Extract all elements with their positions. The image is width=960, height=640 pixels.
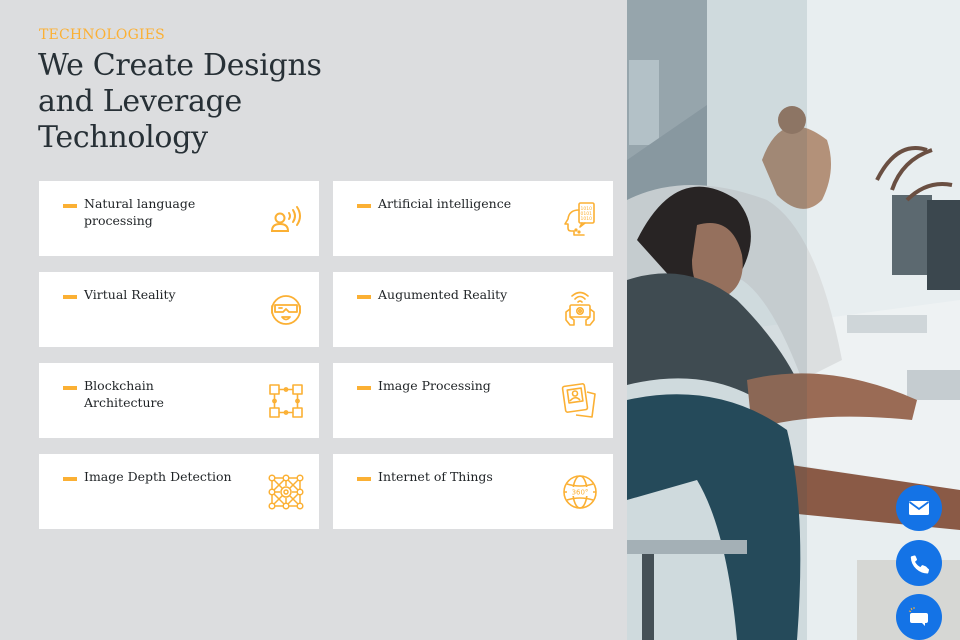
technology-grid: Natural language processing Artificial i…: [39, 181, 613, 529]
accent-dash: [63, 295, 77, 299]
accent-dash: [63, 386, 77, 390]
svg-text:1010: 1010: [581, 216, 593, 222]
accent-dash: [63, 204, 77, 208]
voice-recognition-icon: [267, 200, 305, 238]
tech-card-label: Augumented Reality: [378, 287, 508, 302]
envelope-icon: [908, 501, 930, 515]
tech-card-image-depth-detection[interactable]: Image Depth Detection: [39, 454, 319, 529]
chat-bubble-icon: [908, 607, 928, 626]
accent-dash: [357, 295, 371, 299]
tech-card-ai[interactable]: Artificial intelligence 1010 0101 1010: [333, 181, 613, 256]
section-headline: We Create Designs and Leverage Technolog…: [38, 48, 322, 155]
ai-head-binary-icon: 1010 0101 1010: [561, 200, 599, 238]
tech-card-label: Blockchain Architecture: [84, 378, 164, 410]
tech-card-image-processing[interactable]: Image Processing: [333, 363, 613, 438]
blockchain-icon: [267, 382, 305, 420]
accent-dash: [357, 204, 371, 208]
globe-360-text: 360°: [572, 489, 589, 497]
tech-card-label: Internet of Things: [378, 469, 493, 484]
email-contact-button[interactable]: [896, 485, 942, 531]
tech-card-iot[interactable]: Internet of Things 360°: [333, 454, 613, 529]
tech-card-label: Image Processing: [378, 378, 491, 393]
tech-card-label: Virtual Reality: [84, 287, 176, 302]
tech-card-nlp[interactable]: Natural language processing: [39, 181, 319, 256]
ar-tablet-icon: [561, 291, 599, 329]
accent-dash: [357, 477, 371, 481]
tech-card-blockchain[interactable]: Blockchain Architecture: [39, 363, 319, 438]
globe-360-icon: 360°: [561, 473, 599, 511]
accent-dash: [63, 477, 77, 481]
phone-icon: [910, 555, 930, 574]
tech-card-label: Image Depth Detection: [84, 469, 232, 484]
chat-contact-button[interactable]: [896, 594, 942, 640]
tech-card-vr[interactable]: Virtual Reality: [39, 272, 319, 347]
depth-network-icon: [267, 473, 305, 511]
image-photos-icon: [561, 382, 599, 420]
section-eyebrow: TECHNOLOGIES: [39, 27, 165, 43]
tech-card-ar[interactable]: Augumented Reality: [333, 272, 613, 347]
tech-card-label: Natural language processing: [84, 196, 196, 228]
phone-contact-button[interactable]: [896, 540, 942, 586]
vr-headset-icon: [267, 291, 305, 329]
accent-dash: [357, 386, 371, 390]
tech-card-label: Artificial intelligence: [378, 196, 512, 211]
